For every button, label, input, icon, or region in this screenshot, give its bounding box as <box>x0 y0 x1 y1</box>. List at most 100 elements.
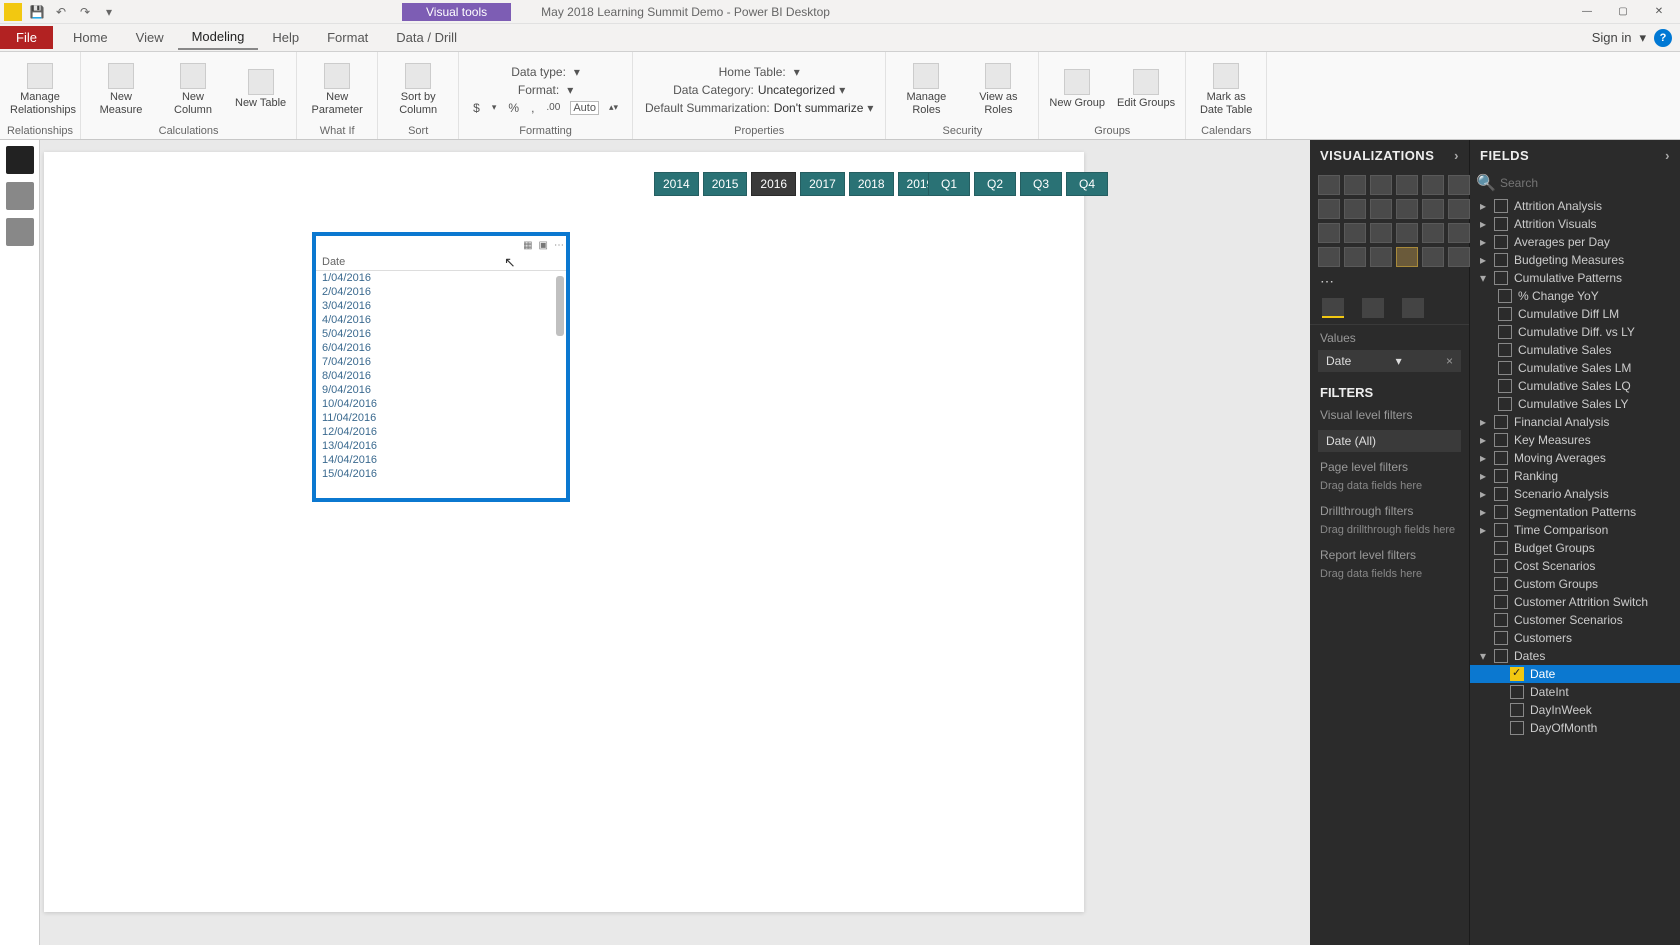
redo-icon[interactable]: ↷ <box>76 3 94 21</box>
field-checkbox[interactable] <box>1510 667 1524 681</box>
file-tab[interactable]: File <box>0 26 53 49</box>
new-group-button[interactable]: New Group <box>1045 67 1109 111</box>
viz-type-icon[interactable] <box>1448 175 1470 195</box>
view-as-roles-button[interactable]: View as Roles <box>964 61 1032 117</box>
minimize-button[interactable]: — <box>1572 2 1602 22</box>
undo-icon[interactable]: ↶ <box>52 3 70 21</box>
field-table[interactable]: ▸Budgeting Measures <box>1470 251 1680 269</box>
field-item[interactable]: Cumulative Sales <box>1470 341 1680 359</box>
maximize-button[interactable]: ▢ <box>1608 2 1638 22</box>
tab-home[interactable]: Home <box>59 26 122 49</box>
table-row[interactable]: 5/04/2016 <box>316 327 566 341</box>
table-row[interactable]: 2/04/2016 <box>316 285 566 299</box>
slicer-year-2016[interactable]: 2016 <box>751 172 796 196</box>
field-checkbox[interactable] <box>1510 721 1524 735</box>
field-checkbox[interactable] <box>1510 685 1524 699</box>
new-measure-button[interactable]: New Measure <box>87 61 155 117</box>
field-item[interactable]: Cumulative Sales LQ <box>1470 377 1680 395</box>
field-table[interactable]: ▸Averages per Day <box>1470 233 1680 251</box>
viz-type-icon[interactable] <box>1396 175 1418 195</box>
chevron-down-icon[interactable]: ▾ <box>574 65 580 79</box>
field-checkbox[interactable] <box>1498 397 1512 411</box>
viz-type-icon[interactable] <box>1344 223 1366 243</box>
viz-type-icon[interactable] <box>1396 199 1418 219</box>
percent-format-button[interactable]: % <box>506 101 521 115</box>
slicer-year-2015[interactable]: 2015 <box>703 172 748 196</box>
viz-type-icon[interactable] <box>1422 247 1444 267</box>
table-row[interactable]: 9/04/2016 <box>316 383 566 397</box>
field-table[interactable]: ▸Segmentation Patterns <box>1470 503 1680 521</box>
expand-icon[interactable]: ▸ <box>1478 469 1488 483</box>
viz-type-icon[interactable] <box>1370 175 1392 195</box>
viz-type-icon[interactable] <box>1448 199 1470 219</box>
field-table[interactable]: Customers <box>1470 629 1680 647</box>
field-table[interactable]: ▾Cumulative Patterns <box>1470 269 1680 287</box>
slicer-year-2014[interactable]: 2014 <box>654 172 699 196</box>
data-category-value[interactable]: Uncategorized <box>758 83 835 97</box>
tab-data-drill[interactable]: Data / Drill <box>382 26 471 49</box>
slicer-q2[interactable]: Q2 <box>974 172 1016 196</box>
field-table[interactable]: ▸Financial Analysis <box>1470 413 1680 431</box>
table-row[interactable]: 15/04/2016 <box>316 467 566 481</box>
field-item[interactable]: Cumulative Diff LM <box>1470 305 1680 323</box>
page-filters-drop[interactable]: Drag data fields here <box>1310 478 1469 500</box>
visual-filter-date[interactable]: Date (All) <box>1318 430 1461 452</box>
expand-icon[interactable]: ▸ <box>1478 505 1488 519</box>
table-row[interactable]: 4/04/2016 <box>316 313 566 327</box>
collapse-pane-icon[interactable]: › <box>1454 148 1459 163</box>
field-item[interactable]: % Change YoY <box>1470 287 1680 305</box>
analytics-tab[interactable] <box>1402 298 1424 318</box>
slicer-year-2018[interactable]: 2018 <box>849 172 894 196</box>
report-canvas[interactable]: 2014 2015 2016 2017 2018 2019 Q1 Q2 Q3 Q… <box>44 152 1084 912</box>
field-item[interactable]: Cumulative Sales LM <box>1470 359 1680 377</box>
manage-roles-button[interactable]: Manage Roles <box>892 61 960 117</box>
default-summarization-value[interactable]: Don't summarize <box>774 101 864 115</box>
visual-filter-icon[interactable]: ▦ <box>523 240 532 251</box>
expand-icon[interactable]: ▸ <box>1478 451 1488 465</box>
field-table[interactable]: ▸Attrition Analysis <box>1470 197 1680 215</box>
field-item[interactable]: DayOfMonth <box>1470 719 1680 737</box>
help-icon[interactable]: ? <box>1654 29 1672 47</box>
field-table[interactable]: Customer Attrition Switch <box>1470 593 1680 611</box>
viz-type-icon[interactable] <box>1396 247 1418 267</box>
viz-type-icon[interactable] <box>1318 199 1340 219</box>
table-row[interactable]: 7/04/2016 <box>316 355 566 369</box>
table-row[interactable]: 6/04/2016 <box>316 341 566 355</box>
field-table[interactable]: ▸Time Comparison <box>1470 521 1680 539</box>
slicer-q4[interactable]: Q4 <box>1066 172 1108 196</box>
visual-options-icon[interactable]: ⋯ <box>554 240 564 251</box>
mark-as-date-table-button[interactable]: Mark as Date Table <box>1192 61 1260 117</box>
close-button[interactable]: ✕ <box>1644 2 1674 22</box>
chevron-down-icon[interactable]: ▾ <box>839 83 845 97</box>
currency-format-button[interactable]: $ <box>471 101 482 115</box>
new-column-button[interactable]: New Column <box>159 61 227 117</box>
expand-icon[interactable]: ▸ <box>1478 217 1488 231</box>
fields-search-input[interactable] <box>1500 176 1672 190</box>
viz-type-icon[interactable] <box>1370 223 1392 243</box>
chevron-down-icon[interactable]: ▾ <box>567 83 573 97</box>
chevron-down-icon[interactable]: ▾ <box>490 102 499 113</box>
viz-type-icon[interactable] <box>1318 223 1340 243</box>
chevron-down-icon[interactable]: ▾ <box>1639 30 1646 46</box>
expand-icon[interactable]: ▸ <box>1478 415 1488 429</box>
viz-type-icon[interactable] <box>1370 247 1392 267</box>
viz-type-icon[interactable] <box>1318 175 1340 195</box>
table-column-header[interactable]: Date <box>316 254 566 271</box>
field-table[interactable]: ▸Moving Averages <box>1470 449 1680 467</box>
remove-field-icon[interactable]: × <box>1446 354 1453 368</box>
tab-view[interactable]: View <box>122 26 178 49</box>
tab-help[interactable]: Help <box>258 26 313 49</box>
viz-type-icon[interactable] <box>1422 223 1444 243</box>
field-table[interactable]: Budget Groups <box>1470 539 1680 557</box>
viz-type-icon[interactable] <box>1370 199 1392 219</box>
sign-in-link[interactable]: Sign in <box>1592 30 1632 45</box>
field-table[interactable]: Customer Scenarios <box>1470 611 1680 629</box>
decimal-decrease-icon[interactable]: .00 <box>544 102 562 113</box>
viz-type-icon[interactable] <box>1448 247 1470 267</box>
new-parameter-button[interactable]: New Parameter <box>303 61 371 117</box>
field-dropdown-icon[interactable]: ▾ <box>1396 354 1402 368</box>
report-view-button[interactable] <box>6 146 34 174</box>
table-row[interactable]: 12/04/2016 <box>316 425 566 439</box>
field-table[interactable]: ▸Key Measures <box>1470 431 1680 449</box>
table-row[interactable]: 1/04/2016 <box>316 271 566 285</box>
